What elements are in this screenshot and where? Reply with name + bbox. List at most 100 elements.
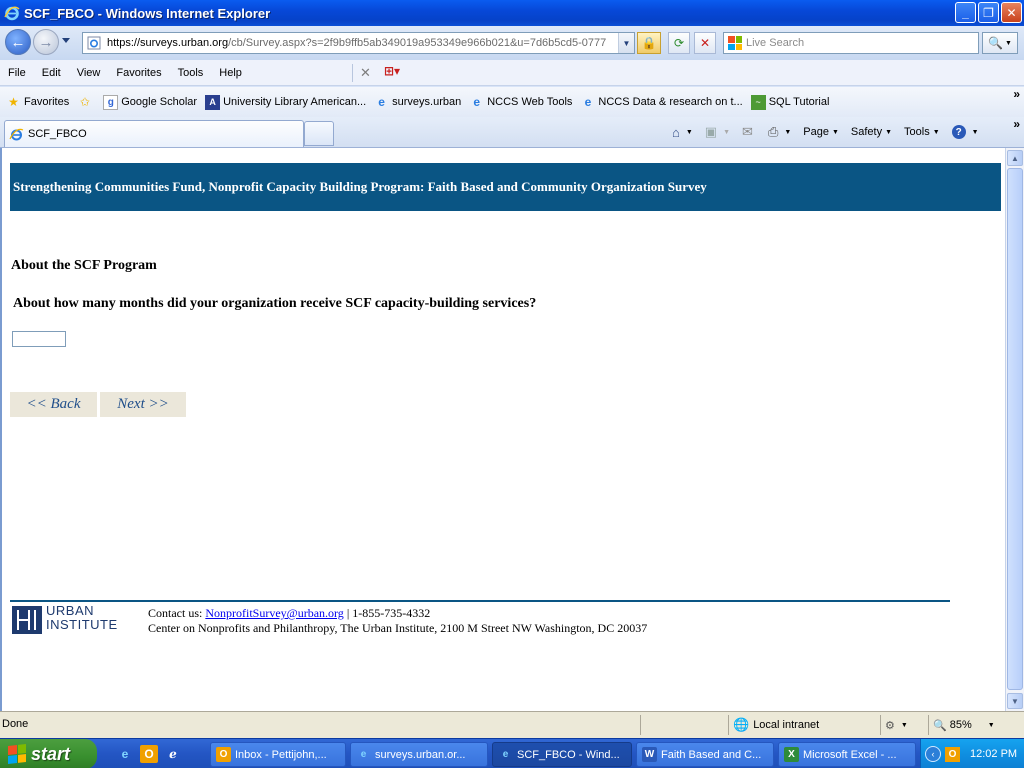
favorite-label: NCCS Data & research on t... [598, 96, 743, 108]
protected-mode-icon: ⚙ [885, 719, 895, 732]
read-mail-button[interactable]: ✉ [742, 124, 756, 140]
menu-bar: File Edit View Favorites Tools Help ✕ ⊞▾ [0, 60, 1024, 86]
minimize-button[interactable]: _ [955, 2, 976, 23]
window-title-bar[interactable]: SCF_FBCO - Windows Internet Explorer _ ❐… [0, 0, 1024, 26]
favorite-google-scholar[interactable]: g Google Scholar [103, 94, 198, 110]
favorite-surveys-urban[interactable]: e surveys.urban [374, 95, 461, 110]
favorite-nccs-web-tools[interactable]: e NCCS Web Tools [469, 95, 572, 110]
browser-quicklaunch-icon[interactable]: ℯ [164, 745, 182, 763]
favorite-label: Google Scholar [121, 96, 198, 108]
command-more-icon[interactable]: » [1013, 117, 1020, 131]
outlook-icon: O [216, 747, 231, 762]
menu-edit[interactable]: Edit [34, 67, 69, 79]
survey-banner: Strengthening Communities Fund, Nonprofi… [10, 163, 1001, 211]
close-button[interactable]: ✕ [1001, 2, 1022, 23]
menu-view[interactable]: View [69, 67, 109, 79]
history-dropdown-icon[interactable] [62, 38, 70, 43]
survey-next-button[interactable]: Next >> [100, 392, 186, 417]
scroll-down-button[interactable]: ▼ [1007, 693, 1023, 709]
scroll-thumb[interactable] [1007, 168, 1023, 690]
favorite-label: SQL Tutorial [768, 96, 830, 108]
sql-icon: ~ [750, 94, 766, 110]
favorite-sql-tutorial[interactable]: ~ SQL Tutorial [750, 94, 830, 110]
window-title: SCF_FBCO - Windows Internet Explorer [24, 5, 271, 21]
ie-page-icon [9, 128, 24, 140]
refresh-button[interactable]: ⟳ [668, 32, 690, 54]
chevron-down-icon: ▼ [784, 128, 792, 136]
ie-page-icon: e [584, 95, 592, 109]
tab-label: SCF_FBCO [28, 128, 87, 140]
contact-email-link[interactable]: NonprofitSurvey@urban.org [205, 606, 343, 620]
scroll-up-button[interactable]: ▲ [1007, 150, 1023, 166]
tools-menu[interactable]: Tools ▼ [904, 126, 940, 138]
maximize-button[interactable]: ❐ [978, 2, 999, 23]
zoom-control[interactable]: 🔍 85% ▼ [928, 715, 1008, 735]
task-surveys-urban[interactable]: e surveys.urban.or... [350, 742, 488, 767]
print-button[interactable]: ⎙ ▼ [768, 124, 791, 140]
start-button[interactable]: start [0, 739, 97, 768]
forward-nav-button[interactable]: → [33, 29, 59, 55]
address-input[interactable]: https://surveys.urban.org/cb/Survey.aspx… [82, 32, 635, 54]
protected-mode-button[interactable]: ⚙ ▼ [880, 715, 928, 735]
url-protocol: https:// [107, 37, 141, 49]
menu-file[interactable]: File [0, 67, 34, 79]
address-dropdown-button[interactable]: ▼ [618, 33, 634, 53]
outlook-quicklaunch-icon[interactable]: O [140, 745, 158, 763]
ie-page-icon: e [473, 95, 481, 109]
web-page-content: Strengthening Communities Fund, Nonprofi… [0, 148, 1005, 711]
menu-tools[interactable]: Tools [170, 67, 212, 79]
stop-icon: ✕ [699, 36, 711, 50]
search-input[interactable]: Live Search [723, 32, 979, 54]
tab-scf-fbco[interactable]: SCF_FBCO [4, 120, 304, 147]
task-word-document[interactable]: W Faith Based and C... [636, 742, 774, 767]
university-icon: A [205, 94, 221, 110]
task-excel[interactable]: X Microsoft Excel - ... [778, 742, 916, 767]
chevron-down-icon: ▼ [987, 721, 995, 729]
help-button[interactable]: ? ▼ [951, 125, 979, 139]
months-answer-input[interactable] [12, 331, 66, 347]
task-inbox[interactable]: O Inbox - Pettijohn,... [210, 742, 346, 767]
home-button[interactable]: ⌂ ▼ [672, 125, 693, 140]
page-menu[interactable]: Page ▼ [803, 126, 839, 138]
star-icon: ★ [8, 95, 19, 109]
ie-page-icon: e [378, 95, 385, 109]
close-icon: ✕ [1006, 5, 1017, 20]
menu-favorites[interactable]: Favorites [108, 67, 169, 79]
tray-expand-icon[interactable]: ‹ [925, 746, 941, 762]
add-favorite-button[interactable]: ✩ [77, 95, 95, 110]
favorites-button[interactable]: ★ Favorites [6, 95, 69, 110]
search-go-button[interactable]: 🔍 ▼ [982, 32, 1018, 54]
close-toolbar-icon[interactable]: ✕ [360, 65, 371, 81]
task-label: SCF_FBCO - Wind... [517, 748, 620, 761]
task-label: Microsoft Excel - ... [803, 748, 897, 761]
back-nav-button[interactable]: ← [5, 29, 31, 55]
stop-button[interactable]: ✕ [694, 32, 716, 54]
windows-live-icon [728, 36, 742, 50]
outlook-tray-icon[interactable]: O [945, 746, 960, 762]
favorite-label: surveys.urban [392, 96, 462, 108]
translate-icon[interactable]: ⊞▾ [384, 64, 402, 82]
task-scf-fbco[interactable]: e SCF_FBCO - Wind... [492, 742, 632, 767]
chevron-down-icon: ▼ [971, 128, 979, 136]
safety-menu[interactable]: Safety ▼ [851, 126, 892, 138]
clock[interactable]: 12:02 PM [970, 748, 1017, 760]
status-bar: Done 🌐 Local intranet ⚙ ▼ 🔍 85% ▼ [0, 711, 1024, 738]
vertical-scrollbar[interactable]: ▲ ▼ [1005, 148, 1024, 711]
logo-line-institute: INSTITUTE [46, 617, 118, 632]
question-text: About how many months did your organizat… [13, 296, 537, 311]
security-lock-button[interactable]: 🔒 [637, 32, 661, 54]
favorite-nccs-data[interactable]: e NCCS Data & research on t... [580, 95, 743, 110]
security-zone[interactable]: 🌐 Local intranet [728, 715, 878, 735]
chevron-down-icon: ▼ [932, 128, 940, 136]
mail-icon: ✉ [742, 124, 753, 139]
chevron-up-icon: ▲ [1011, 153, 1019, 163]
task-label: Faith Based and C... [661, 748, 762, 761]
quick-launch: e O ℯ [116, 745, 182, 763]
feeds-button[interactable]: ▣ ▼ [705, 124, 730, 140]
favorites-more-icon[interactable]: » [1013, 87, 1020, 101]
favorite-university-library[interactable]: A University Library American... [205, 94, 366, 110]
menu-help[interactable]: Help [211, 67, 250, 79]
ie-quicklaunch-icon[interactable]: e [116, 745, 134, 763]
survey-back-button[interactable]: << Back [10, 392, 97, 417]
new-tab-button[interactable] [304, 121, 334, 146]
